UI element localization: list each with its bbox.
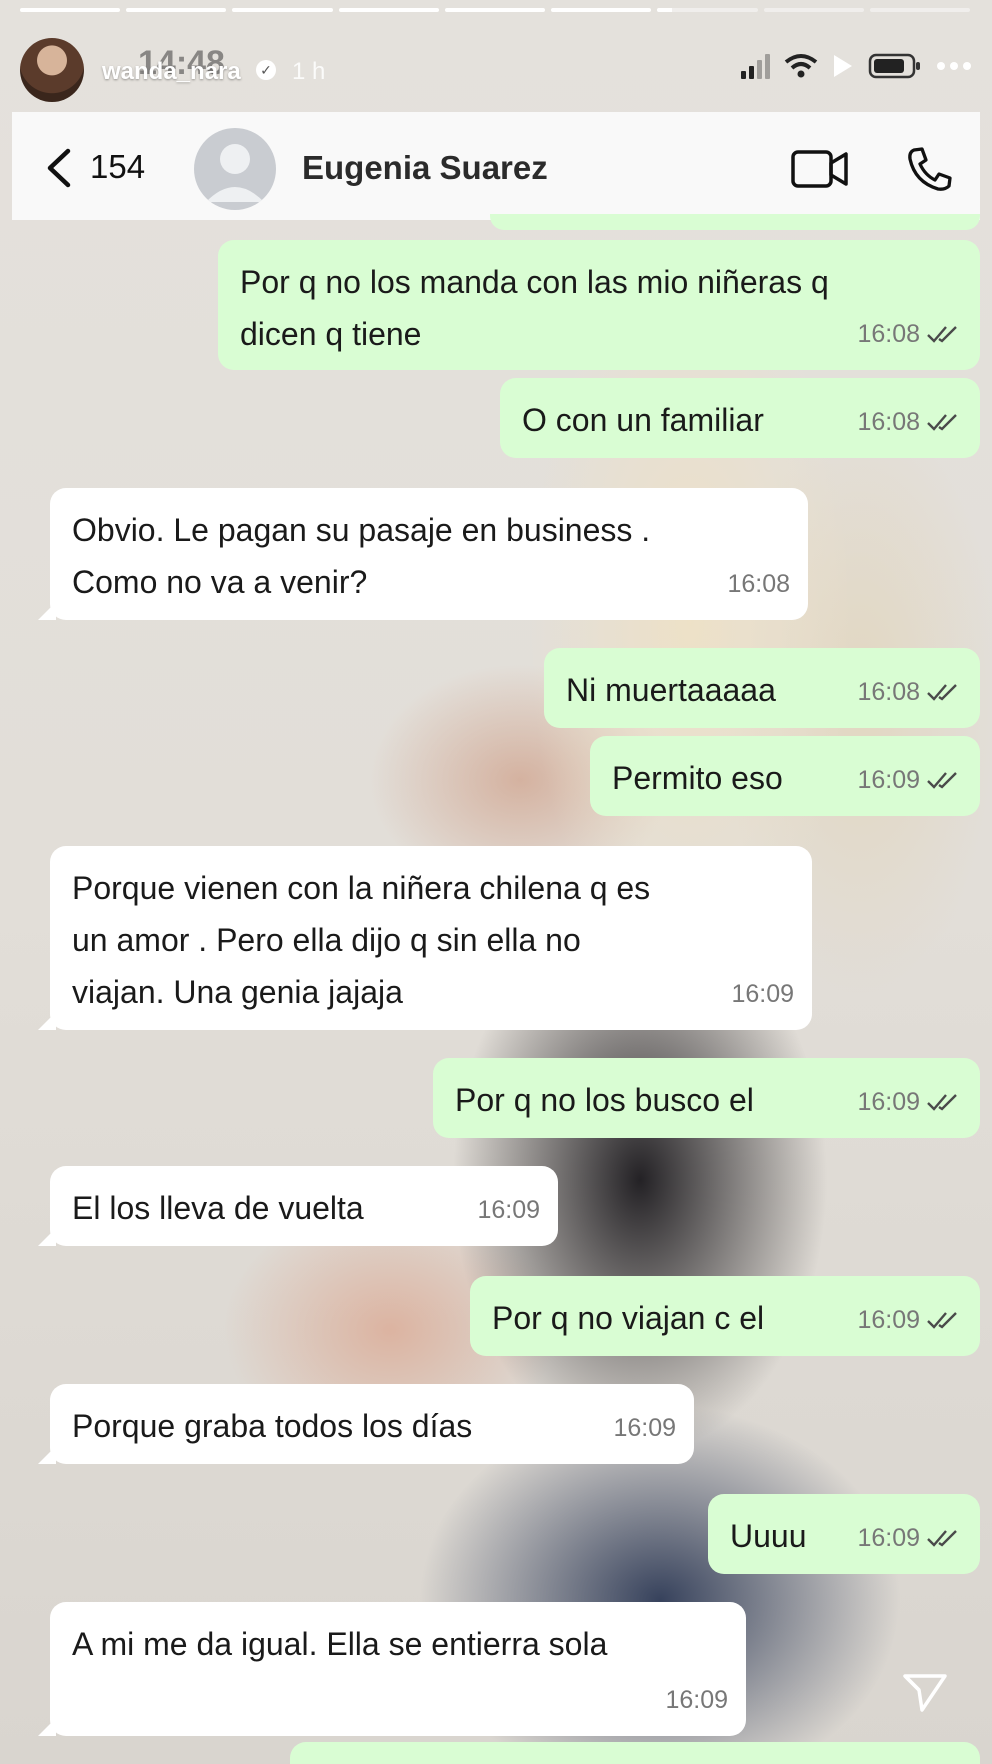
story-page: 14:48 wanda_nara ✓ 1 h 154 Eugenia Suare… xyxy=(0,0,992,1764)
message-time: 16:09 xyxy=(857,1524,920,1552)
story-progress-segment xyxy=(657,8,758,12)
message-meta: 16:08 xyxy=(857,308,962,360)
message-text: Como no va a venir? xyxy=(72,564,368,600)
story-progress-segment xyxy=(232,8,333,12)
verified-badge-icon: ✓ xyxy=(256,60,276,80)
paper-plane-icon[interactable] xyxy=(902,1672,948,1714)
message-meta: 16:09 xyxy=(857,754,962,806)
message-time: 16:09 xyxy=(665,1686,728,1714)
battery-icon xyxy=(868,53,920,79)
story-avatar[interactable] xyxy=(20,38,84,102)
message-text: viajan. Una genia jajaja xyxy=(72,974,403,1010)
outgoing-message[interactable]: O con un familiar 16:08 xyxy=(500,378,980,458)
story-progress-fill xyxy=(338,8,439,12)
read-receipt-icon xyxy=(927,1530,957,1547)
message-text: Porque vienen con la niñera chilena q es xyxy=(72,870,651,906)
video-camera-icon[interactable] xyxy=(790,148,850,190)
message-time: 16:09 xyxy=(857,1088,920,1116)
story-username[interactable]: wanda_nara xyxy=(102,58,241,86)
message-text: Obvio. Le pagan su pasaje en business . xyxy=(72,512,651,548)
message-meta: 16:08 xyxy=(857,666,962,718)
story-progress-segment xyxy=(338,8,439,12)
next-message-bubble xyxy=(290,1742,980,1764)
read-receipt-icon xyxy=(927,772,957,789)
outgoing-message[interactable]: Ni muertaaaaa 16:08 xyxy=(544,648,980,728)
message-time: 16:09 xyxy=(613,1414,676,1442)
message-text: dicen q tiene xyxy=(240,316,422,352)
outgoing-message[interactable]: Por q no viajan c el 16:09 xyxy=(470,1276,980,1356)
previous-message-bubble xyxy=(490,214,980,230)
status-icons xyxy=(741,52,972,80)
incoming-message[interactable]: Porque vienen con la niñera chilena q es… xyxy=(38,846,812,1030)
story-progress-segment xyxy=(126,8,227,12)
play-icon[interactable] xyxy=(832,53,854,79)
incoming-message[interactable]: El los lleva de vuelta 16:09 xyxy=(38,1166,558,1246)
message-meta: 16:09 xyxy=(731,968,794,1020)
message-text: Porque graba todos los días xyxy=(72,1408,473,1444)
message-meta: 16:09 xyxy=(613,1402,676,1454)
message-meta: 16:09 xyxy=(857,1512,962,1564)
more-options-icon[interactable] xyxy=(936,61,972,71)
incoming-message[interactable]: Porque graba todos los días 16:09 xyxy=(38,1384,694,1464)
read-receipt-icon xyxy=(927,684,957,701)
story-progress-fill xyxy=(20,8,121,12)
message-text: Por q no los manda con las mio niñeras q xyxy=(240,264,829,300)
outgoing-message[interactable]: Por q no los busco el 16:09 xyxy=(433,1058,980,1138)
story-time-ago: 1 h xyxy=(292,58,326,85)
story-progress-segment xyxy=(763,8,864,12)
story-progress-segment xyxy=(551,8,652,12)
message-meta: 16:08 xyxy=(727,558,790,610)
message-time: 16:09 xyxy=(857,1306,920,1334)
story-progress-fill xyxy=(551,8,652,12)
incoming-message[interactable]: A mi me da igual. Ella se entierra sola 1… xyxy=(38,1602,746,1736)
message-meta: 16:08 xyxy=(857,396,962,448)
message-time: 16:08 xyxy=(857,320,920,348)
phone-icon[interactable] xyxy=(905,146,953,192)
default-avatar-icon xyxy=(206,144,264,202)
outgoing-message[interactable]: Por q no los manda con las mio niñeras q… xyxy=(218,240,980,370)
message-text: El los lleva de vuelta xyxy=(72,1190,364,1226)
incoming-message[interactable]: Obvio. Le pagan su pasaje en business . C… xyxy=(38,488,808,620)
story-progress-fill xyxy=(444,8,546,12)
message-text: A mi me da igual. Ella se entierra sola xyxy=(72,1626,608,1662)
contact-name[interactable]: Eugenia Suarez xyxy=(302,149,548,187)
story-progress-fill xyxy=(657,8,673,12)
chevron-left-icon[interactable] xyxy=(44,148,74,188)
read-receipt-icon xyxy=(927,1094,957,1111)
story-header: 14:48 wanda_nara ✓ 1 h xyxy=(20,38,972,102)
read-receipt-icon xyxy=(927,1312,957,1329)
message-time: 16:08 xyxy=(857,408,920,436)
message-time: 16:08 xyxy=(857,678,920,706)
story-progress-fill xyxy=(126,8,227,12)
message-text: un amor . Pero ella dijo q sin ella no xyxy=(72,922,581,958)
message-time: 16:09 xyxy=(477,1196,540,1224)
outgoing-message[interactable]: Uuuu 16:09 xyxy=(708,1494,980,1574)
message-meta: 16:09 xyxy=(477,1184,540,1236)
read-receipt-icon xyxy=(927,326,957,343)
story-progress-bar xyxy=(20,8,970,12)
story-progress-segment xyxy=(869,8,970,12)
message-meta: 16:09 xyxy=(857,1076,962,1128)
chat-header: 154 Eugenia Suarez xyxy=(12,112,980,220)
signal-icon xyxy=(741,53,770,79)
message-time: 16:09 xyxy=(731,980,794,1008)
outgoing-message[interactable]: Permito eso 16:09 xyxy=(590,736,980,816)
wifi-icon xyxy=(784,54,818,78)
contact-avatar[interactable] xyxy=(194,128,276,210)
message-meta: 16:09 xyxy=(857,1294,962,1346)
story-progress-segment xyxy=(20,8,121,12)
message-meta: 16:09 xyxy=(665,1674,728,1726)
story-progress-segment xyxy=(444,8,546,12)
unread-count[interactable]: 154 xyxy=(90,148,145,186)
message-time: 16:09 xyxy=(857,766,920,794)
message-time: 16:08 xyxy=(727,570,790,598)
story-progress-fill xyxy=(232,8,333,12)
read-receipt-icon xyxy=(927,414,957,431)
